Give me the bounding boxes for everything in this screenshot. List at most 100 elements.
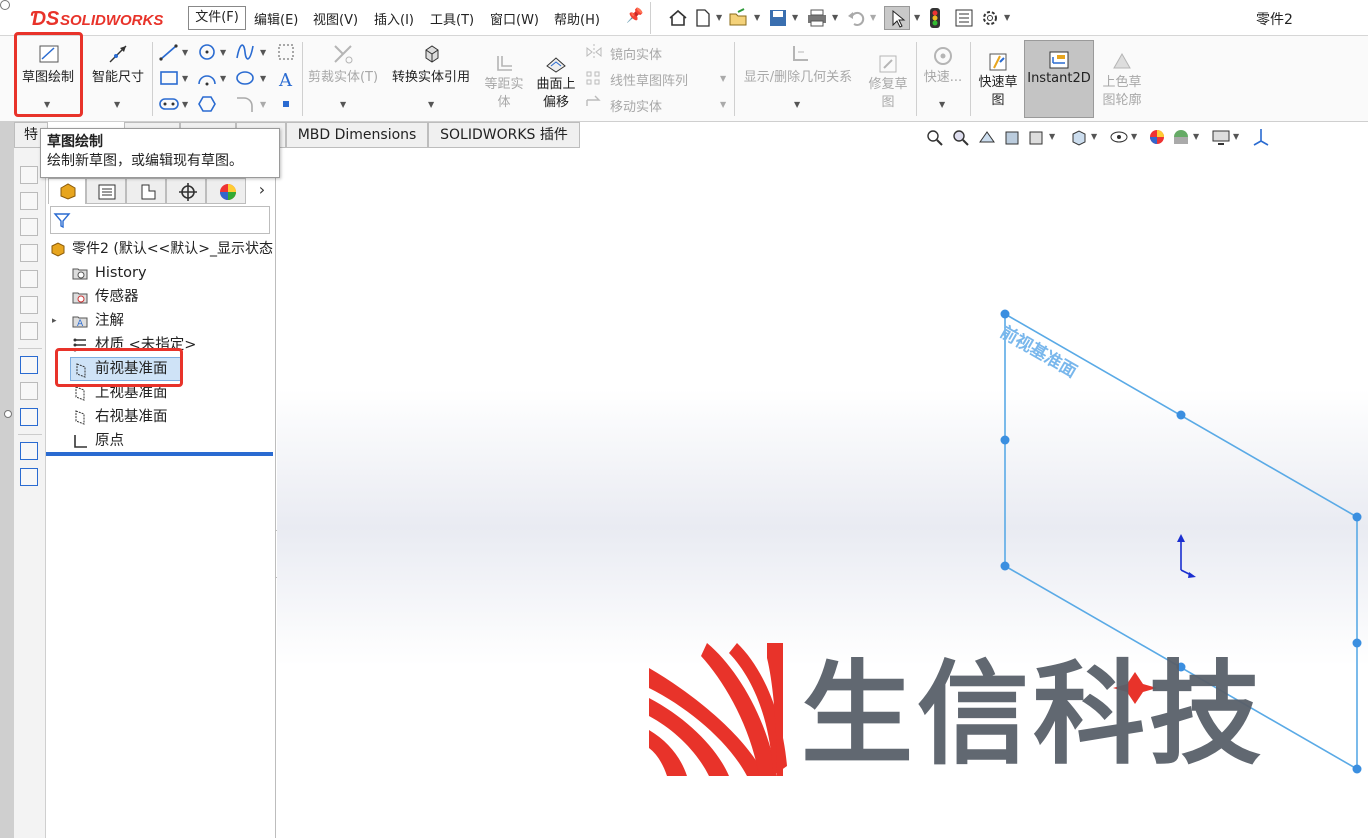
chevron-down-icon[interactable]: ▼ (754, 13, 760, 22)
mirror-icon[interactable] (584, 42, 604, 62)
save-icon[interactable] (768, 8, 788, 28)
tree-item-history[interactable]: History (72, 261, 272, 285)
rapid-sketch-button[interactable]: 快速草图 (972, 36, 1024, 116)
pin-icon[interactable]: 📌 (626, 8, 643, 24)
zoom-to-area-icon[interactable] (951, 128, 971, 146)
tool-icon-6[interactable] (20, 296, 38, 314)
tab-feature-tree[interactable] (48, 178, 86, 204)
plane-handle[interactable] (1352, 512, 1362, 522)
tab-dimxpert[interactable] (166, 178, 206, 204)
previous-view-icon[interactable] (977, 128, 997, 146)
undo-icon[interactable] (846, 8, 866, 28)
fillet-icon[interactable] (234, 94, 256, 114)
view-settings-icon[interactable] (1211, 128, 1231, 146)
tab-display-manager[interactable] (206, 178, 246, 204)
measure-tool-icon[interactable] (20, 382, 38, 400)
linear-pattern-label[interactable]: 线性草图阵列 (610, 70, 688, 89)
slot-icon[interactable] (158, 94, 180, 114)
chevron-down-icon[interactable]: ▼ (260, 48, 266, 57)
ellipse-icon[interactable] (234, 68, 256, 88)
chevron-down-icon[interactable]: ▼ (1004, 13, 1010, 22)
trim-entities-button[interactable]: 剪裁实体(T) ▼ (304, 36, 382, 116)
menu-window[interactable]: 窗口(W) (490, 9, 539, 28)
chevron-down-icon[interactable]: ▼ (720, 74, 726, 83)
plane-handle[interactable] (1352, 764, 1362, 774)
chevron-down-icon[interactable]: ▼ (716, 13, 722, 22)
edit-appearance-icon[interactable] (1147, 127, 1167, 147)
splitter-handle[interactable] (4, 410, 12, 418)
graphics-area[interactable]: ▼ ▼ ▼ ▼ ▼ 前视基准面 生信科技 (277, 129, 1368, 838)
section-view-icon[interactable] (1003, 128, 1023, 146)
chevron-down-icon[interactable]: ▼ (428, 100, 434, 109)
file-properties-icon[interactable] (954, 8, 974, 28)
tree-item-right-plane[interactable]: 右视基准面 (72, 405, 272, 429)
move-entities-label[interactable]: 移动实体 (610, 96, 662, 115)
tool-icon-3[interactable] (20, 218, 38, 236)
new-document-icon[interactable] (694, 8, 712, 28)
circle-icon[interactable] (196, 42, 218, 62)
instant2d-button[interactable]: Instant2D (1024, 40, 1094, 118)
tree-item-sensors[interactable]: 传感器 (72, 285, 272, 309)
smart-dimension-button[interactable]: 智能尺寸 ▼ (86, 36, 150, 116)
menu-help[interactable]: 帮助(H) (554, 9, 600, 28)
chevron-down-icon[interactable]: ▼ (794, 100, 800, 109)
chevron-down-icon[interactable]: ▼ (914, 13, 920, 22)
gear-icon[interactable] (980, 8, 1000, 28)
mirror-label[interactable]: 镜向实体 (610, 44, 662, 63)
offset-on-surface-button[interactable]: 曲面上 偏移 (530, 36, 582, 116)
chevron-down-icon[interactable]: ▼ (1193, 132, 1199, 141)
chevron-down-icon[interactable]: ▼ (220, 74, 226, 83)
chevron-down-icon[interactable]: ▼ (260, 100, 266, 109)
zoom-to-fit-icon[interactable] (925, 128, 945, 146)
tool-icon-1[interactable] (20, 166, 38, 184)
menu-edit[interactable]: 编辑(E) (254, 9, 298, 28)
view-orientation-icon[interactable] (1069, 128, 1089, 146)
paste-tool-icon[interactable] (20, 468, 38, 486)
select-button[interactable] (884, 6, 910, 30)
move-entities-icon[interactable] (584, 92, 604, 112)
chevron-down-icon[interactable]: ▼ (1233, 132, 1239, 141)
chevron-down-icon[interactable]: ▼ (114, 100, 120, 109)
menu-file[interactable]: 文件(F) (188, 6, 246, 30)
tree-root-part[interactable]: 零件2 (默认<<默认>_显示状态 (50, 237, 274, 261)
chevron-down-icon[interactable]: ▼ (720, 100, 726, 109)
point-icon[interactable] (280, 98, 292, 110)
linear-pattern-icon[interactable] (584, 68, 604, 88)
plane-handle[interactable] (1176, 410, 1186, 420)
plane-handle[interactable] (1000, 561, 1010, 571)
menu-insert[interactable]: 插入(I) (374, 9, 414, 28)
display-tool-icon[interactable] (20, 408, 38, 426)
chevron-down-icon[interactable]: ▼ (870, 13, 876, 22)
tool-icon-2[interactable] (20, 192, 38, 210)
text-icon[interactable]: A (276, 68, 296, 90)
chevron-down-icon[interactable]: ▼ (1049, 132, 1055, 141)
chevron-down-icon[interactable]: ▼ (939, 100, 945, 109)
window-corner-handle[interactable] (0, 0, 10, 10)
select-tool-icon[interactable] (20, 356, 38, 374)
rectangle-icon[interactable] (158, 68, 180, 88)
repair-sketch-button[interactable]: 修复草图 (862, 36, 914, 116)
filter-field[interactable] (50, 206, 270, 234)
rebuild-traffic-light-icon[interactable] (928, 7, 942, 29)
menu-view[interactable]: 视图(V) (313, 9, 358, 28)
chevron-down-icon[interactable]: ▼ (792, 13, 798, 22)
dynamic-annotation-icon[interactable] (1027, 128, 1047, 146)
chevron-down-icon[interactable]: ▼ (1091, 132, 1097, 141)
apply-scene-icon[interactable] (1171, 127, 1191, 147)
print-icon[interactable] (806, 8, 828, 28)
chevron-down-icon[interactable]: ▼ (340, 100, 346, 109)
open-folder-icon[interactable] (728, 8, 750, 28)
convert-entities-button[interactable]: 转换实体引用 ▼ (386, 36, 476, 116)
line-icon[interactable] (158, 42, 180, 62)
chevron-down-icon[interactable]: ▼ (220, 48, 226, 57)
construction-geometry-icon[interactable] (276, 42, 296, 62)
offset-entities-button[interactable]: 等距实体 (478, 36, 530, 116)
chevron-down-icon[interactable]: ▼ (182, 100, 188, 109)
chevron-down-icon[interactable]: ▼ (182, 74, 188, 83)
tool-icon-5[interactable] (20, 270, 38, 288)
expand-arrow-icon[interactable]: ▸ (52, 309, 57, 333)
polygon-icon[interactable] (196, 94, 218, 114)
shaded-sketch-contours-button[interactable]: 上色草 图轮廓 (1096, 36, 1148, 116)
hide-show-items-icon[interactable] (1109, 128, 1129, 146)
tree-item-origin[interactable]: 原点 (72, 429, 272, 453)
